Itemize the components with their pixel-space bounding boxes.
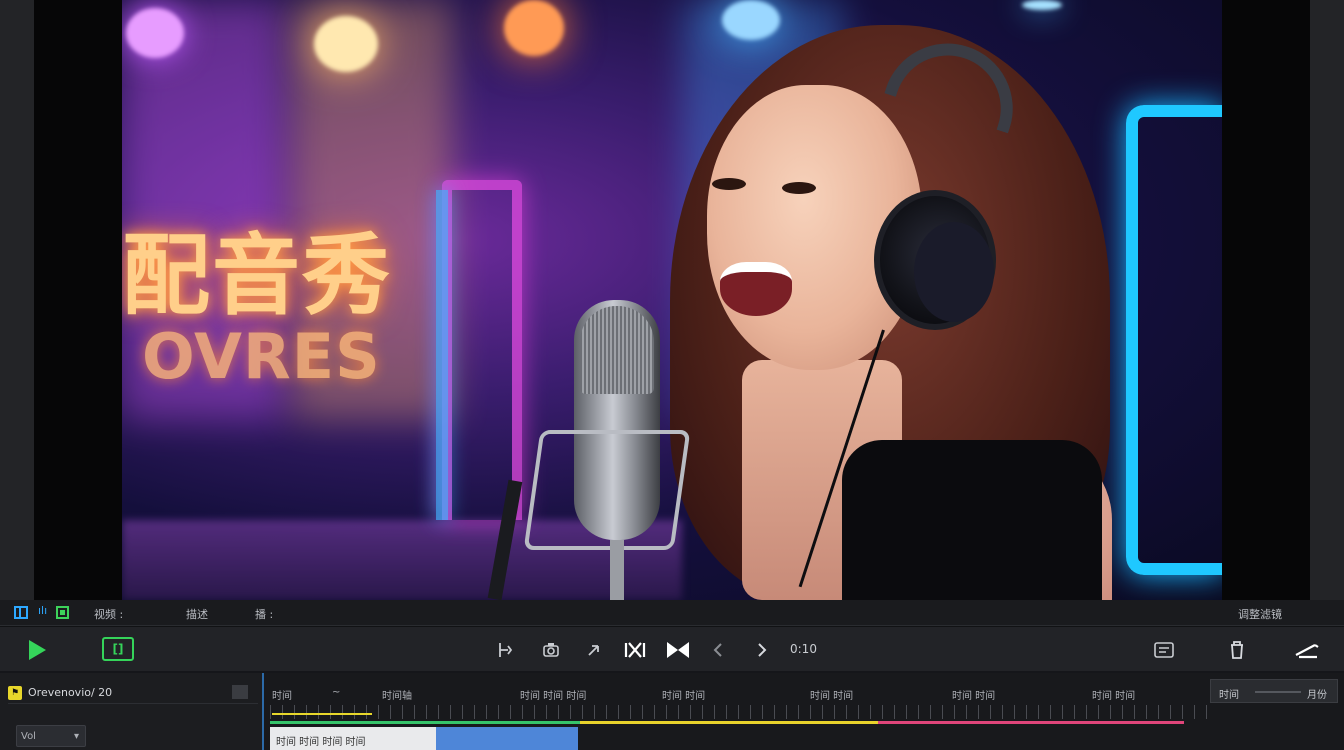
ruler-label: 时间 时间: [952, 691, 996, 702]
trash-icon: [1231, 641, 1243, 659]
grid-icon[interactable]: [14, 606, 28, 619]
track-flag-icon: ⚑: [8, 685, 22, 700]
timeline-clip[interactable]: [436, 727, 578, 750]
preview-left-margin: [0, 0, 34, 600]
pen-icon: [1295, 644, 1319, 659]
letterbox-right: [1222, 0, 1310, 600]
microphone-stem: [610, 540, 624, 600]
ruler-label: 时间: [272, 691, 292, 702]
ruler-label: 时间 时间 时间: [520, 691, 587, 702]
clip-label: 时间 时间 时间 时间: [276, 737, 366, 748]
ruler-label: 时间 时间: [662, 691, 706, 702]
stage-spotlight: [504, 0, 564, 56]
singer-mouth: [720, 262, 792, 316]
undo-button[interactable]: [584, 639, 606, 661]
play-button[interactable]: [24, 637, 50, 663]
timeline-ruler[interactable]: 时间 ~ 时间轴 时间 时间 时间 时间 时间 时间 时间 时间 时间 时间 时…: [270, 681, 1210, 703]
export-button[interactable]: [1152, 639, 1176, 661]
preview-right-margin: [1310, 0, 1344, 600]
zoom-label-right: 月份: [1307, 690, 1327, 701]
track-header[interactable]: ⚑ Orevenovio/ 20: [8, 682, 258, 704]
track-name: Orevenovio/ 20: [28, 686, 113, 699]
timeline-ticks: [270, 705, 1210, 719]
letterbox-left: [34, 0, 122, 600]
video-preview: 配音秀 OVRES: [0, 0, 1344, 600]
track-header-panel: ⚑ Orevenovio/ 20 Vol ▾: [0, 673, 264, 750]
trim-button[interactable]: [494, 639, 516, 661]
bowtie-icon: [667, 642, 689, 658]
export-icon: [1154, 642, 1174, 658]
preview-frame[interactable]: 配音秀 OVRES: [122, 0, 1222, 600]
info-label-play: 播 :: [255, 608, 274, 621]
ruler-label: 时间轴: [382, 691, 412, 702]
volume-control[interactable]: Vol ▾: [16, 725, 86, 747]
transport-bar: [] 0:10: [0, 627, 1344, 673]
singer-eye: [782, 182, 816, 194]
microphone-grill: [580, 306, 654, 394]
track-color-strip: [878, 721, 1184, 724]
singer-eye: [712, 178, 746, 190]
ruler-label: ~: [332, 687, 341, 698]
info-label-filter[interactable]: 调整滤镜: [1238, 606, 1282, 622]
info-label-desc: 描述: [186, 608, 208, 621]
undo-icon: [588, 645, 599, 656]
track-menu-icon[interactable]: [232, 685, 248, 699]
stage-spotlight: [1022, 0, 1062, 10]
prev-frame-icon: [713, 643, 722, 657]
track-color-strip: [580, 721, 878, 724]
ruler-label: 时间 时间: [1092, 691, 1136, 702]
delete-button[interactable]: [1226, 639, 1248, 661]
stage-spotlight: [722, 0, 780, 40]
trim-icon: [499, 643, 513, 657]
next-frame-icon: [758, 643, 767, 657]
timeline-clip[interactable]: 时间 时间 时间 时间: [270, 727, 436, 750]
neon-arch-blue: [436, 190, 448, 520]
neon-frame-right: [1126, 105, 1222, 575]
headphone-earcup-inner: [914, 222, 994, 322]
snapshot-button[interactable]: [540, 639, 562, 661]
clip-button[interactable]: []: [102, 637, 134, 661]
info-label-aux: ılı: [38, 604, 48, 617]
edit-button[interactable]: [1292, 639, 1322, 661]
chevron-down-icon: ▾: [73, 730, 79, 742]
info-bar: 视频 : 描述 播 : 调整滤镜: [0, 600, 1344, 626]
zoom-slider[interactable]: [1255, 691, 1301, 693]
film-icon[interactable]: [56, 606, 69, 619]
playhead-marker[interactable]: [272, 713, 372, 715]
timeline-panel: ⚑ Orevenovio/ 20 Vol ▾ 时间 ~ 时间轴 时间 时间 时间…: [0, 673, 1344, 750]
zoom-label-left: 时间: [1219, 690, 1239, 701]
next-frame-button[interactable]: [752, 639, 772, 661]
track-color-strip: [270, 721, 580, 724]
ruler-label: 时间 时间: [810, 691, 854, 702]
play-icon: [28, 640, 46, 660]
camera-icon: [543, 643, 559, 657]
transition-button[interactable]: [664, 639, 692, 661]
info-label-video: 视频 :: [94, 608, 124, 621]
prev-frame-button[interactable]: [708, 639, 728, 661]
neon-arch: [442, 180, 522, 520]
split-icon: [624, 642, 646, 658]
volume-label: Vol: [21, 730, 36, 742]
split-button[interactable]: [622, 639, 648, 661]
singer-dress: [842, 440, 1102, 600]
time-readout: 0:10: [790, 642, 817, 656]
zoom-control[interactable]: 时间 月份: [1210, 679, 1338, 703]
stage-spotlight: [314, 16, 378, 72]
neon-sign-sub: OVRES: [142, 320, 381, 393]
stage-spotlight: [126, 8, 184, 58]
microphone-shock-mount: [523, 430, 691, 550]
neon-sign: 配音秀: [122, 224, 393, 327]
